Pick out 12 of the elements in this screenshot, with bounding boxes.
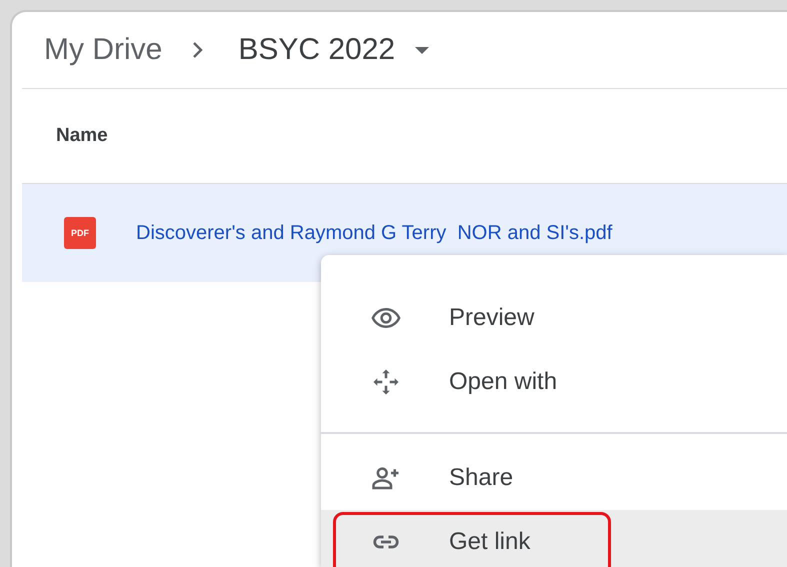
breadcrumb-item[interactable]: My Drive bbox=[44, 33, 162, 67]
file-name: Discoverer's and Raymond G Terry NOR and SI's.pdf bbox=[136, 222, 612, 244]
menu-item[interactable]: Share bbox=[321, 432, 787, 510]
menu-item[interactable]: Get link bbox=[321, 510, 787, 567]
caret-down-icon[interactable] bbox=[415, 46, 430, 54]
menu-item[interactable]: Open with bbox=[321, 350, 787, 414]
move-arrows-icon bbox=[371, 367, 401, 397]
menu-item[interactable]: Preview bbox=[321, 286, 787, 350]
chevron-right-icon bbox=[192, 41, 204, 59]
pdf-file-icon: PDF bbox=[64, 217, 96, 249]
column-header[interactable]: Name bbox=[56, 125, 108, 147]
breadcrumb-item[interactable]: BSYC 2022 bbox=[238, 33, 396, 67]
